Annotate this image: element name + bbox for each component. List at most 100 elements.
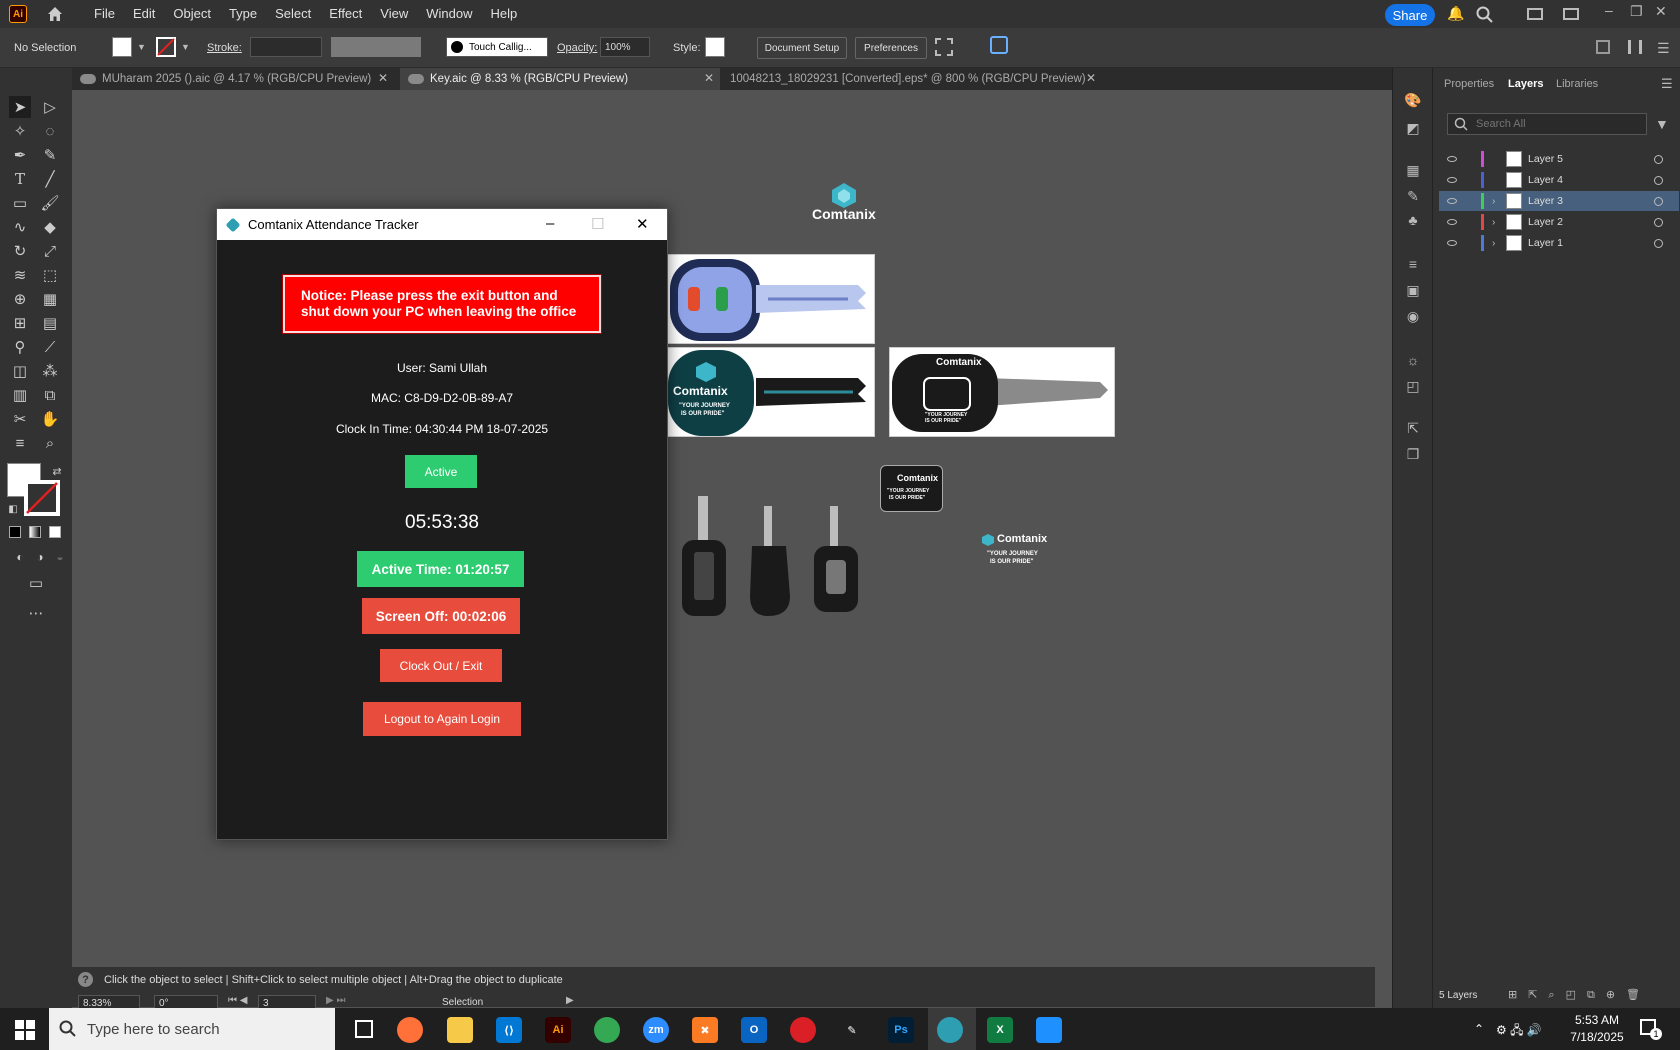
align-right-icon[interactable]	[1628, 40, 1642, 54]
menu-view[interactable]: View	[371, 0, 417, 28]
measure-tool-icon[interactable]: ⟋	[39, 336, 61, 358]
share-button[interactable]: Share	[1385, 4, 1435, 26]
help-icon[interactable]: ?	[78, 972, 93, 987]
vscode-icon[interactable]: ⟨⟩	[496, 1017, 522, 1043]
line-tool-icon[interactable]: ╱	[39, 168, 61, 190]
layer-row[interactable]: › Layer 3	[1439, 191, 1679, 211]
perspective-grid-tool-icon[interactable]: ▦	[39, 288, 61, 310]
zoom-icon[interactable]: zm	[643, 1017, 669, 1043]
home-icon[interactable]	[45, 4, 65, 24]
column-graph-tool-icon[interactable]: ▥	[9, 384, 31, 406]
key-design-1[interactable]	[667, 254, 875, 344]
mesh-tool-icon[interactable]: ⊞	[9, 312, 31, 334]
color-guide-icon[interactable]: ◩	[1403, 118, 1423, 138]
tab-layers[interactable]: Layers	[1508, 78, 1543, 90]
clock-date[interactable]: 7/18/2025	[1564, 1030, 1630, 1044]
panel-menu-icon[interactable]: ☰	[1661, 76, 1673, 92]
edit-toolbar-icon[interactable]: ≡	[9, 432, 31, 454]
close-icon[interactable]: ✕	[1086, 71, 1096, 85]
rectangle-tool-icon[interactable]: ▭	[9, 192, 31, 214]
stroke-panel-icon[interactable]: ≡	[1403, 254, 1423, 274]
quick-actions-icon[interactable]	[990, 36, 1008, 54]
graphic-style-swatch[interactable]	[705, 37, 725, 57]
filter-icon[interactable]: ▼	[1655, 116, 1669, 132]
logout-button[interactable]: Logout to Again Login	[363, 702, 521, 736]
close-icon[interactable]: ✕	[1655, 3, 1667, 20]
maximize-icon[interactable]: ☐	[591, 215, 604, 233]
layer-row[interactable]: Layer 4	[1439, 170, 1679, 190]
default-colors-icon[interactable]: ◧	[2, 498, 24, 520]
chevron-down-icon[interactable]: ▼	[181, 42, 190, 52]
tab-converted-eps[interactable]: 10048213_18029231 [Converted].eps* @ 800…	[722, 68, 1102, 90]
type-tool-icon[interactable]: T	[9, 168, 31, 190]
tab-key[interactable]: Key.aic @ 8.33 % (RGB/CPU Preview) ✕	[400, 68, 720, 90]
close-icon[interactable]: ✕	[378, 71, 388, 85]
taskbar-search[interactable]: Type here to search	[49, 1008, 335, 1050]
layers-search-box[interactable]	[1447, 113, 1647, 135]
align-icon[interactable]	[935, 38, 953, 56]
minimize-icon[interactable]: –	[1605, 2, 1613, 18]
menu-help[interactable]: Help	[481, 0, 526, 28]
export-panel-icon[interactable]: ⇱	[1403, 418, 1423, 438]
layer-target-icon[interactable]	[1654, 196, 1663, 206]
draw-inside-icon[interactable]: ◒	[49, 546, 71, 568]
file-explorer-icon[interactable]	[447, 1017, 473, 1043]
eraser-tool-icon[interactable]: ◆	[39, 216, 61, 238]
photoshop-icon[interactable]: Ps	[888, 1017, 914, 1043]
close-icon[interactable]: ✕	[704, 71, 714, 85]
layers-footer-icons[interactable]: ⊞⇱⌕◰⧉⊕🗑	[1508, 988, 1651, 1002]
brush-definition-field[interactable]: Touch Callig...	[446, 37, 548, 57]
menu-object[interactable]: Object	[164, 0, 220, 28]
outlook-icon[interactable]: O	[741, 1017, 767, 1043]
transparency-panel-icon[interactable]: ◉	[1403, 306, 1423, 326]
layer-target-icon[interactable]	[1654, 154, 1663, 164]
fill-swatch[interactable]	[112, 37, 132, 57]
gradient-panel-icon[interactable]: ▣	[1403, 280, 1423, 300]
menu-edit[interactable]: Edit	[124, 0, 164, 28]
symbols-panel-icon[interactable]: ♣	[1403, 210, 1423, 230]
symbol-sprayer-tool-icon[interactable]: ⁂	[39, 360, 61, 382]
task-view-icon[interactable]	[355, 1020, 373, 1038]
layer-row[interactable]: › Layer 2	[1439, 212, 1679, 232]
creative-cloud-icon[interactable]	[790, 1017, 816, 1043]
selection-tool-icon[interactable]: ➤	[9, 96, 31, 118]
chevron-down-icon[interactable]: ▼	[137, 42, 146, 52]
tray-icons[interactable]: ⚙ 🖧 🔊	[1496, 1021, 1542, 1042]
excel-icon[interactable]: X	[987, 1017, 1013, 1043]
warp-tool-icon[interactable]: ≋	[9, 264, 31, 286]
illustrator-icon[interactable]: Ai	[545, 1017, 571, 1043]
eye-icon[interactable]	[1447, 156, 1457, 162]
color-mode-icon[interactable]	[9, 526, 21, 538]
none-mode-icon[interactable]	[49, 526, 61, 538]
layer-row[interactable]: Layer 5	[1439, 149, 1679, 169]
restore-icon[interactable]: ❐	[1630, 3, 1643, 20]
brush-app-icon[interactable]: ✎	[839, 1017, 865, 1043]
menu-effect[interactable]: Effect	[320, 0, 371, 28]
blend-tool-icon[interactable]: ◫	[9, 360, 31, 382]
swap-colors-icon[interactable]: ⇄	[46, 460, 68, 482]
menu-file[interactable]: File	[85, 0, 124, 28]
layers-search-input[interactable]	[1476, 118, 1636, 130]
comtanix-app-icon[interactable]	[937, 1017, 963, 1043]
eye-icon[interactable]	[1447, 219, 1457, 225]
pen-tool-icon[interactable]: ✒	[9, 144, 31, 166]
xampp-icon[interactable]: ✖	[692, 1017, 718, 1043]
menu-type[interactable]: Type	[220, 0, 266, 28]
stroke-weight-field[interactable]	[250, 37, 322, 57]
eye-icon[interactable]	[1447, 240, 1457, 246]
close-icon[interactable]: ✕	[636, 215, 649, 233]
layer-target-icon[interactable]	[1654, 175, 1663, 185]
menu-window[interactable]: Window	[417, 0, 481, 28]
chrome-icon[interactable]	[594, 1017, 620, 1043]
artboards-panel-icon[interactable]: ❐	[1403, 444, 1423, 464]
panel-menu-icon[interactable]: ☰	[1657, 40, 1670, 57]
rotate-tool-icon[interactable]: ↻	[9, 240, 31, 262]
screen-mode-icon[interactable]: ▭	[25, 572, 47, 594]
graphic-styles-panel-icon[interactable]: ◰	[1403, 376, 1423, 396]
photos-icon[interactable]	[1036, 1017, 1062, 1043]
eye-icon[interactable]	[1447, 177, 1457, 183]
shape-builder-tool-icon[interactable]: ⊕	[9, 288, 31, 310]
variable-width-profile[interactable]	[331, 37, 421, 57]
artboard-tool-icon[interactable]: ⧉	[39, 384, 61, 406]
tab-properties[interactable]: Properties	[1444, 78, 1494, 90]
